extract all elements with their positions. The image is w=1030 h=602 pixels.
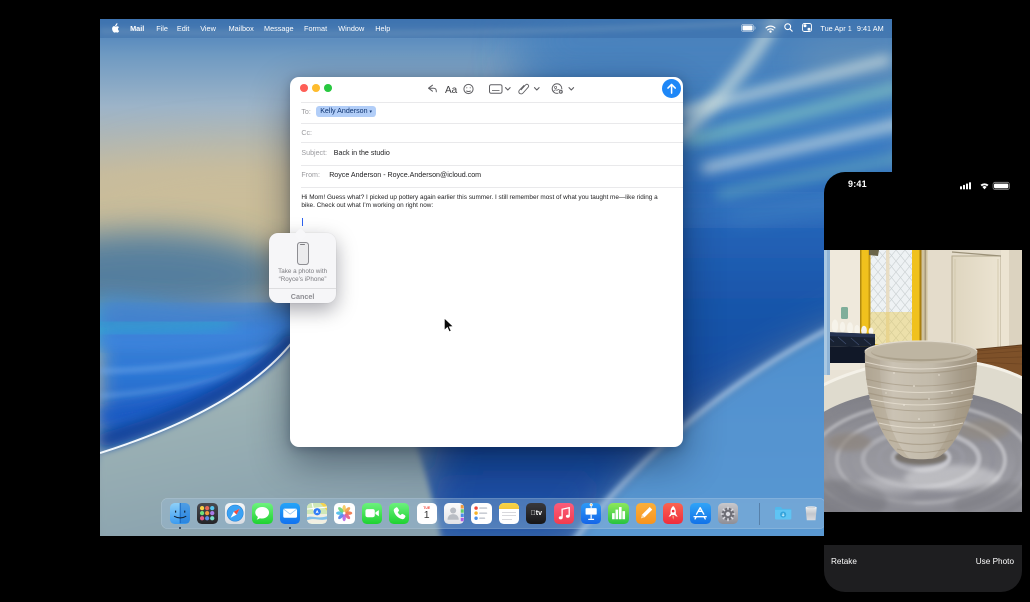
svg-text:Aa: Aa <box>445 85 458 96</box>
